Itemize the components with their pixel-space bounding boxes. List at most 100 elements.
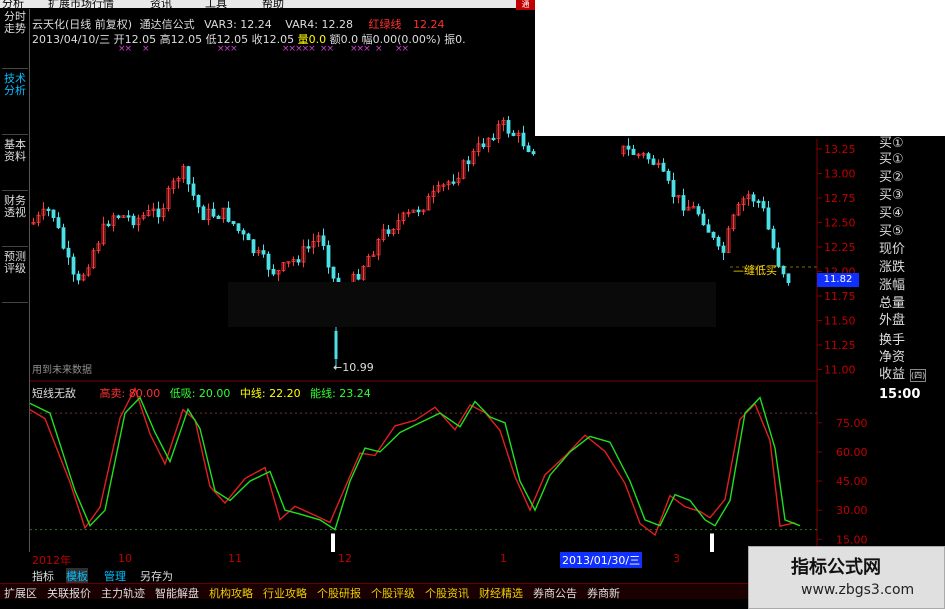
bottom-toolbar: 扩展区 关联报价 主力轨迹 智能解盘 机构攻略 行业攻略 个股研报 个股评级 个股资讯 财经精选券… <box>0 583 748 601</box>
price-label: 13.00 <box>824 168 856 181</box>
price-axis: 13.2513.0012.7512.5012.2512.0011.7511.50… <box>817 143 856 377</box>
time-label-2012: 2012年 <box>32 554 71 567</box>
candle-body <box>191 183 196 196</box>
menu-item-tools[interactable]: 工具 <box>205 0 227 8</box>
candle-body <box>531 151 536 155</box>
candle-body <box>771 228 776 249</box>
indicator-name[interactable]: 短线无敌 <box>32 387 76 400</box>
tab-forecast[interactable]: 预测评级 <box>2 251 28 303</box>
candle-body <box>51 209 56 219</box>
candle-body <box>786 273 791 283</box>
current-price-tag: 11.82 <box>817 273 859 287</box>
indicator-energy-value: 能线: 23.24 <box>310 387 371 400</box>
bid-label-5: 买⑤ <box>879 224 904 239</box>
signal-marker: ×× <box>395 44 409 54</box>
toolbar-item[interactable]: 个股评级 <box>371 585 415 601</box>
candle-body <box>46 208 51 211</box>
low-price-marker: ←10.99 <box>333 361 374 374</box>
time-label-12: 12 <box>338 552 352 565</box>
candle-body <box>706 224 711 233</box>
time-axis: 2012年 10 11 12 1 2013/01/30/三 3 <box>30 552 818 568</box>
tab-intraday-label: 分时走势 <box>4 10 26 35</box>
future-data-note: 用到未来数据 <box>32 365 92 376</box>
candle-body <box>711 231 716 238</box>
indicator-sell-value: 高卖: 80.00 <box>99 387 161 400</box>
candle-body <box>251 239 256 254</box>
tab-manage[interactable]: 管理 <box>104 568 126 584</box>
indicator-axis: 75.00 60.00 45.00 30.00 15.00 <box>817 417 868 546</box>
tab-technical[interactable]: 技术分析 <box>2 73 28 135</box>
time-label-3: 3 <box>673 552 680 565</box>
menu-item-info[interactable]: 资讯 <box>150 0 172 8</box>
menu-item-ext-market[interactable]: 扩展市场行情 <box>48 0 114 8</box>
candle-body <box>66 247 71 258</box>
candle-body <box>451 181 456 184</box>
candle-body <box>661 162 666 172</box>
buy-markers <box>331 533 714 552</box>
earnings-quarter-badge: (四) <box>910 369 927 382</box>
tab-fundamentals[interactable]: 基本资料 <box>2 139 28 191</box>
candle-body <box>246 233 251 241</box>
toolbar-item[interactable]: 扩展区 <box>4 585 37 601</box>
tab-intraday[interactable]: 分时走势 <box>2 11 28 69</box>
quote-panel: 买① 买① 买② 买③ 买④ 买⑤ 现价 涨跌 涨幅 总量 外盘 换手 净资 收… <box>877 136 945 386</box>
toolbar-item[interactable]: 智能解盘 <box>155 585 199 601</box>
candle-body <box>306 246 311 249</box>
candle-body <box>466 160 471 165</box>
toolbar-item[interactable]: 主力轨迹 <box>101 585 145 601</box>
tab-technical-label: 技术分析 <box>4 72 26 97</box>
candle-body <box>751 194 756 202</box>
toolbar-item[interactable]: 个股研报 <box>317 585 361 601</box>
toolbar-item[interactable]: 券商公告 <box>533 585 577 601</box>
candle-body <box>646 153 651 160</box>
tab-indicator[interactable]: 指标 <box>32 568 54 584</box>
candle-body <box>506 120 511 134</box>
toolbar-item[interactable]: 行业攻略 <box>263 585 307 601</box>
indicator-axis-label: 30.00 <box>836 504 868 517</box>
candle-body <box>56 217 61 229</box>
bid-label-0: 买① <box>879 136 904 151</box>
buy-signal-bar <box>331 533 335 552</box>
time-label-10: 10 <box>118 552 132 565</box>
menu-bar: 分析 扩展市场行情 资讯 工具 帮助 <box>0 0 535 8</box>
candle-body <box>356 273 361 280</box>
watermark-url: www.zbgs3.com <box>801 582 915 598</box>
change-label: 涨跌 <box>879 260 906 275</box>
candle-body <box>106 223 111 227</box>
tab-save-as[interactable]: 另存为 <box>140 568 173 584</box>
tab-finance[interactable]: 财务透视 <box>2 195 28 247</box>
signal-marker-row: ×× × ××× ××××× ×× ××× × ×× <box>30 44 535 54</box>
buy-signal-bar <box>710 533 714 552</box>
candle-body <box>261 250 266 255</box>
candle-body <box>491 137 496 141</box>
volume-label: 总量 <box>879 296 906 311</box>
candle-body <box>216 215 221 220</box>
candle-body <box>631 148 636 155</box>
toolbar-item[interactable]: 关联报价 <box>47 585 91 601</box>
menu-item-analysis[interactable]: 分析 <box>2 0 24 8</box>
price-label: 11.75 <box>824 290 856 303</box>
candle-body <box>196 194 201 208</box>
toolbar-item[interactable]: 财经精选 <box>479 585 523 601</box>
formula-tabs: 指标 模板 管理 另存为 <box>30 568 280 584</box>
turnover-label: 换手 <box>879 333 906 348</box>
bid-label-3: 买③ <box>879 188 904 203</box>
change-pct-label: 涨幅 <box>879 278 906 293</box>
candle-body <box>76 273 81 281</box>
tab-template[interactable]: 模板 <box>66 568 88 584</box>
outer-volume-label: 外盘 <box>879 313 906 328</box>
toolbar-item[interactable]: 券商新 <box>587 585 620 601</box>
menu-item-help[interactable]: 帮助 <box>262 0 284 8</box>
candle-body <box>201 206 206 220</box>
toolbar-item[interactable]: 机构攻略 <box>209 585 253 601</box>
tab-finance-label: 财务透视 <box>4 194 26 219</box>
watermark-title: 指标公式网 <box>791 557 881 578</box>
candle-body <box>666 170 671 181</box>
earnings-label: 收益 <box>879 367 906 382</box>
indicator-header: 短线无敌 高卖: 80.00 低吸: 20.00 中线: 22.20 能线: 2… <box>32 385 371 401</box>
candle-body <box>126 215 131 218</box>
signal-marker: ××××× <box>282 44 316 54</box>
toolbar-item[interactable]: 个股资讯 <box>425 585 469 601</box>
candle-body <box>386 229 391 234</box>
bid-label-4: 买④ <box>879 206 904 221</box>
